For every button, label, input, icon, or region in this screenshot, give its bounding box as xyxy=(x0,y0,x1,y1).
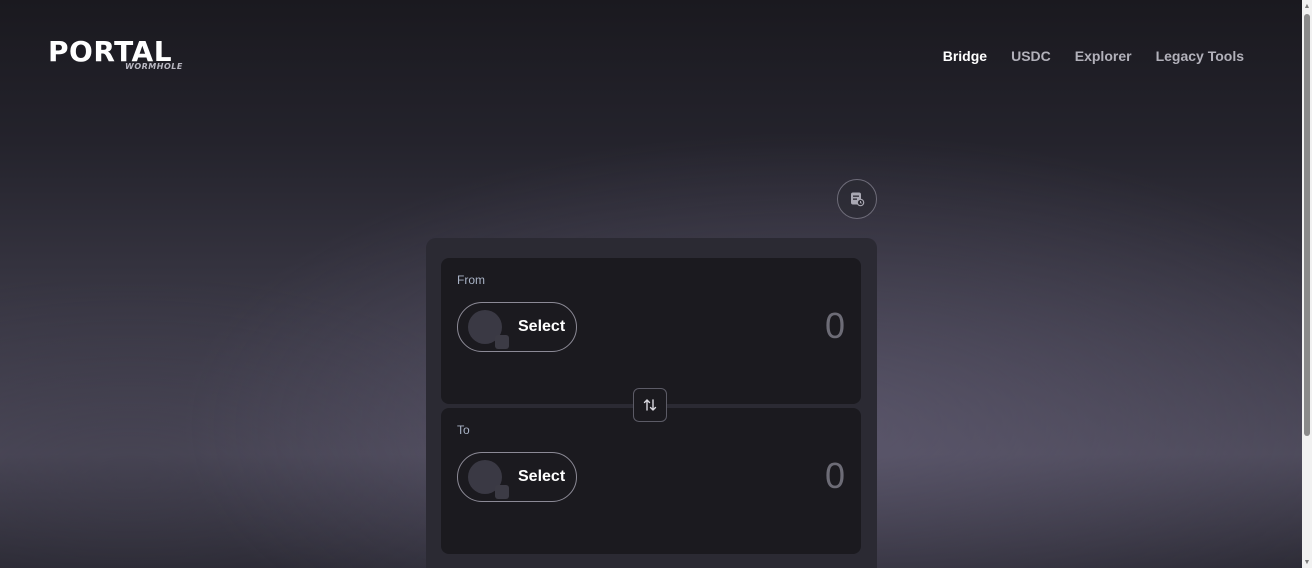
nav-explorer[interactable]: Explorer xyxy=(1075,47,1132,65)
swap-arrows-icon xyxy=(643,399,657,411)
scroll-up-arrow-icon[interactable]: ▲ xyxy=(1302,0,1312,12)
vertical-scrollbar[interactable]: ▲ ▼ xyxy=(1302,0,1312,568)
transaction-history-icon xyxy=(851,192,865,207)
from-panel: From Select 0 xyxy=(441,258,861,404)
nav-legacy-tools[interactable]: Legacy Tools xyxy=(1156,47,1244,65)
to-label: To xyxy=(457,423,470,437)
portal-wormhole-logo[interactable]: PORTAL WORMHOLE xyxy=(48,38,208,74)
scrollbar-thumb[interactable] xyxy=(1304,14,1310,436)
bridge-card: From Select 0 To Select 0 xyxy=(426,238,877,568)
from-token-select-button[interactable]: Select xyxy=(457,302,577,352)
chain-placeholder-icon xyxy=(495,485,509,499)
token-placeholder-icon xyxy=(468,310,509,349)
chain-placeholder-icon xyxy=(495,335,509,349)
to-panel: To Select 0 xyxy=(441,408,861,554)
nav-usdc[interactable]: USDC xyxy=(1011,47,1051,65)
token-placeholder-icon xyxy=(468,460,509,499)
nav-bridge[interactable]: Bridge xyxy=(943,47,987,65)
scroll-down-arrow-icon[interactable]: ▼ xyxy=(1302,556,1312,568)
swap-direction-button[interactable] xyxy=(633,388,667,422)
from-amount[interactable]: 0 xyxy=(825,306,845,346)
logo-subtitle: WORMHOLE xyxy=(125,62,183,71)
transaction-history-button[interactable] xyxy=(837,179,877,219)
to-token-select-button[interactable]: Select xyxy=(457,452,577,502)
from-select-label: Select xyxy=(518,318,566,335)
to-select-label: Select xyxy=(518,468,566,485)
main-nav: Bridge USDC Explorer Legacy Tools xyxy=(943,47,1244,65)
from-label: From xyxy=(457,273,485,287)
to-amount[interactable]: 0 xyxy=(825,456,845,496)
header: PORTAL WORMHOLE Bridge USDC Explorer Leg… xyxy=(0,0,1302,110)
